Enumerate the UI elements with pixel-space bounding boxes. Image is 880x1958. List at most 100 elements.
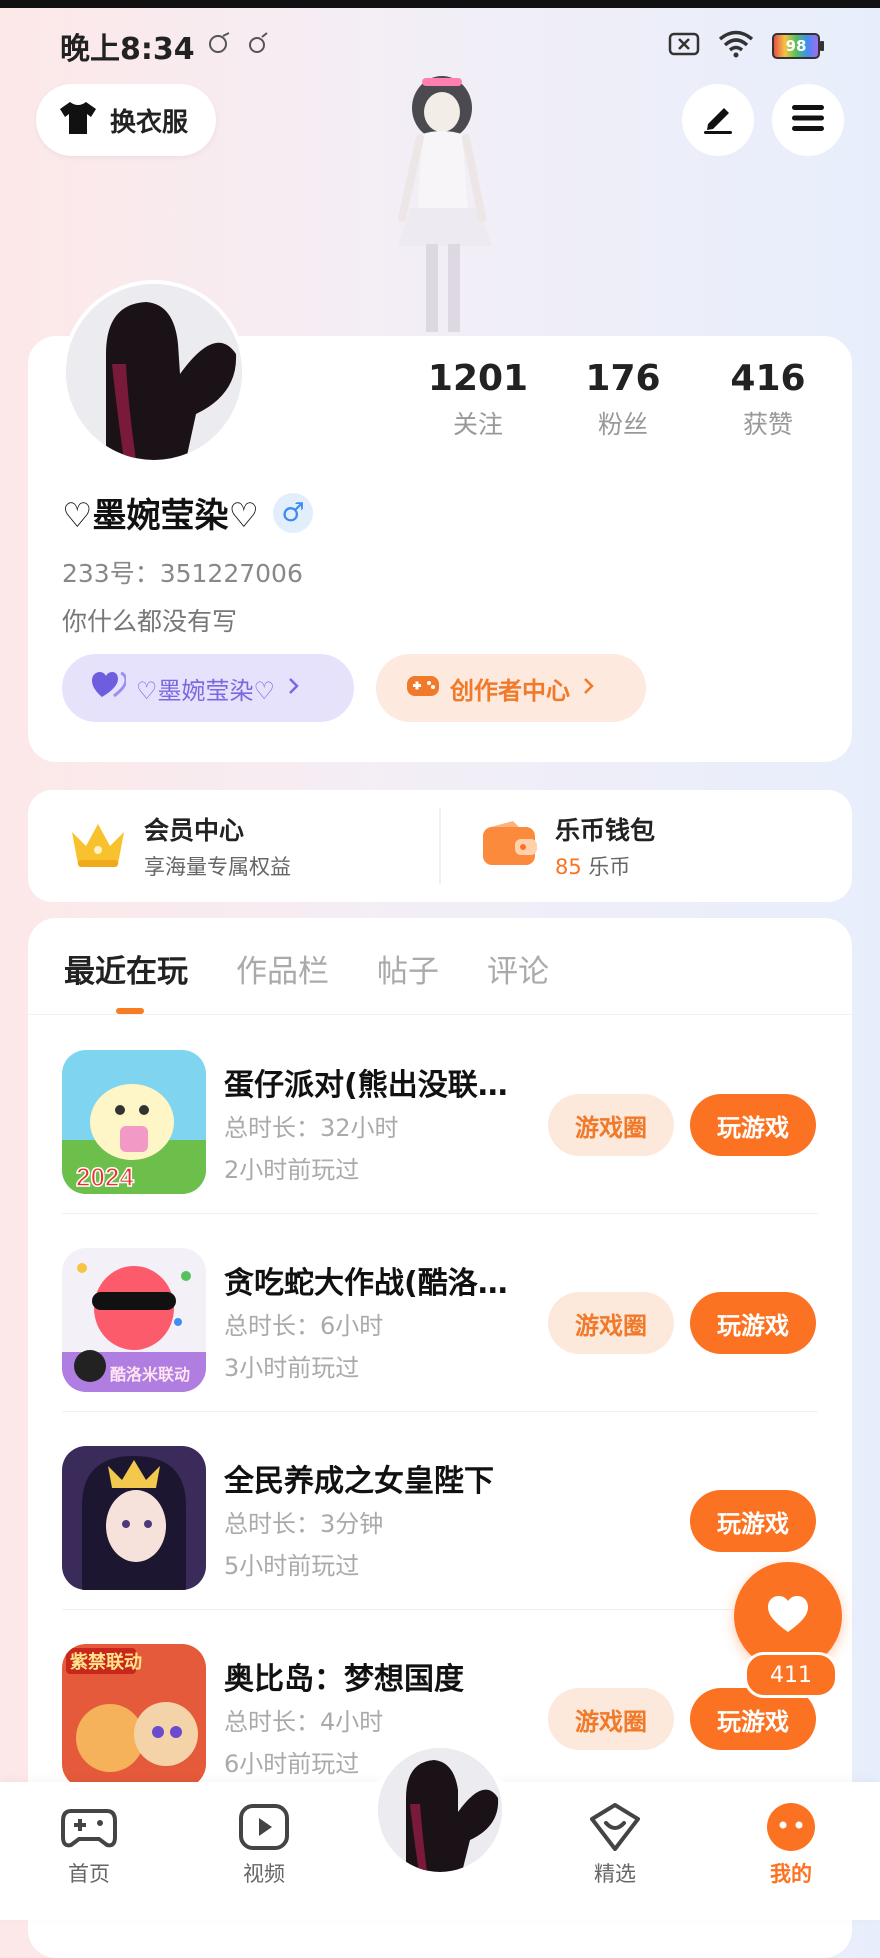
game-title: 蛋仔派对(熊出没联…: [224, 1068, 508, 1103]
heart-pair-icon: [92, 671, 128, 705]
menu-icon: [790, 103, 826, 137]
game-icon-empress: [62, 1446, 206, 1590]
chevron-right-icon: [285, 674, 301, 702]
game-duration: 总时长：4小时: [224, 1708, 384, 1736]
shirt-icon: [58, 100, 98, 140]
smiley-icon: [736, 1798, 846, 1856]
game-icon-snake: 酷洛米联动: [62, 1248, 206, 1392]
crown-icon: [68, 818, 128, 874]
family-tag-button[interactable]: ♡墨婉莹染♡: [62, 654, 354, 722]
gamepad-icon: [406, 671, 440, 705]
gamepad-icon: [34, 1798, 144, 1856]
game-icon-text: 酷洛米联动: [110, 1365, 190, 1384]
game-icon-aobi-island: 紫禁联动: [62, 1644, 206, 1788]
menu-button[interactable]: [772, 84, 844, 156]
stat-likes-label: 获赞: [742, 410, 793, 439]
dress-up-button[interactable]: 换衣服: [36, 84, 217, 156]
gender-male-icon: ♂: [272, 492, 313, 533]
battery-indicator: 98: [772, 33, 824, 59]
game-circle-button[interactable]: 游戏圈: [548, 1688, 674, 1750]
avatar[interactable]: [62, 280, 246, 464]
bottom-nav: 首页 视频 精选 我的: [0, 1742, 880, 1920]
game-duration: 总时长：32小时: [224, 1114, 399, 1142]
stat-followers[interactable]: 176 粉丝: [553, 358, 693, 441]
like-count-badge: 411: [744, 1652, 838, 1698]
game-row[interactable]: 2024 蛋仔派对(熊出没联… 总时长：32小时 2小时前玩过 游戏圈 玩游戏: [28, 1016, 852, 1214]
play-game-button[interactable]: 玩游戏: [690, 1490, 816, 1552]
dress-up-label: 换衣服: [110, 107, 189, 138]
status-bar: 晚上8:34 98: [60, 24, 824, 68]
creator-center-label: 创作者中心: [450, 676, 570, 705]
game-last-played: 5小时前玩过: [224, 1552, 360, 1580]
notification-icon-2: [245, 30, 271, 62]
nav-me-label: 我的: [770, 1862, 812, 1886]
status-right: 98: [668, 30, 824, 62]
game-circle-button[interactable]: 游戏圈: [548, 1292, 674, 1354]
game-duration: 总时长：3分钟: [224, 1510, 384, 1538]
game-last-played: 3小时前玩过: [224, 1354, 360, 1382]
avatar-character[interactable]: [370, 68, 520, 336]
game-last-played: 2小时前玩过: [224, 1156, 360, 1184]
status-time: 晚上8:34: [60, 32, 195, 67]
tab-works[interactable]: 作品栏: [236, 946, 329, 991]
game-circle-button[interactable]: 游戏圈: [548, 1094, 674, 1156]
wifi-icon: [718, 30, 754, 62]
heart-badge-icon: [560, 1798, 670, 1856]
stat-following[interactable]: 1201 关注: [408, 358, 548, 441]
wallet-amount: 85: [555, 855, 582, 879]
family-tag-label: ♡墨婉莹染♡: [136, 676, 276, 705]
video-play-icon: [209, 1798, 319, 1856]
play-game-button[interactable]: 玩游戏: [690, 1292, 816, 1354]
user-id[interactable]: 233号：351227006: [62, 554, 303, 590]
creator-center-button[interactable]: 创作者中心: [376, 654, 646, 722]
game-row[interactable]: 全民养成之女皇陛下 总时长：3分钟 5小时前玩过 玩游戏: [28, 1412, 852, 1610]
nav-home[interactable]: 首页: [34, 1798, 144, 1888]
game-duration: 总时长：6小时: [224, 1312, 384, 1340]
nav-center-avatar[interactable]: [372, 1742, 508, 1878]
edit-button[interactable]: [682, 84, 754, 156]
game-last-played: 6小时前玩过: [224, 1750, 360, 1778]
game-row[interactable]: 酷洛米联动 贪吃蛇大作战(酷洛… 总时长：6小时 3小时前玩过 游戏圈 玩游戏: [28, 1214, 852, 1412]
screen-top-edge: [0, 0, 880, 8]
stat-following-value: 1201: [427, 358, 529, 399]
bio[interactable]: 你什么都没有写: [62, 602, 237, 638]
heart-icon: [766, 1594, 810, 1638]
game-icon-text: 2024: [76, 1162, 134, 1192]
stat-following-label: 关注: [452, 410, 503, 439]
game-icon-text: 紫禁联动: [70, 1651, 142, 1672]
nav-video-label: 视频: [243, 1862, 285, 1886]
member-center-entry[interactable]: 会员中心 享海量专属权益: [28, 790, 439, 902]
stat-likes[interactable]: 416 获赞: [698, 358, 838, 441]
game-title: 奥比岛：梦想国度: [224, 1662, 464, 1697]
stat-followers-value: 176: [585, 358, 661, 399]
nav-me[interactable]: 我的: [736, 1798, 846, 1888]
nav-home-label: 首页: [68, 1862, 110, 1886]
chevron-right-icon: [580, 674, 596, 702]
avatar: [378, 1748, 502, 1872]
sim-off-icon: [668, 31, 700, 61]
wallet-unit: 乐币: [588, 855, 631, 879]
wallet-icon: [481, 819, 539, 873]
nav-featured-label: 精选: [594, 1862, 636, 1886]
tab-posts[interactable]: 帖子: [377, 946, 439, 991]
nav-featured[interactable]: 精选: [560, 1798, 670, 1888]
play-game-button[interactable]: 玩游戏: [690, 1094, 816, 1156]
nickname: ♡墨婉莹染♡: [62, 496, 259, 536]
member-wallet-card: 会员中心 享海量专属权益 乐币钱包 85 乐币: [28, 790, 852, 902]
notification-icon: [207, 30, 233, 62]
member-center-subtitle: 享海量专属权益: [144, 855, 291, 879]
stat-likes-value: 416: [730, 358, 806, 399]
wallet-entry[interactable]: 乐币钱包 85 乐币: [441, 790, 852, 902]
game-icon-eggy-party: 2024: [62, 1050, 206, 1194]
profile-tabs: 最近在玩 作品栏 帖子 评论: [64, 946, 549, 991]
divider: [28, 1014, 852, 1015]
wallet-balance: 85 乐币: [555, 851, 655, 881]
tab-recently-played[interactable]: 最近在玩: [64, 946, 188, 991]
tab-comments[interactable]: 评论: [487, 946, 549, 991]
member-center-title: 会员中心: [144, 816, 245, 845]
nav-video[interactable]: 视频: [209, 1798, 319, 1888]
stat-followers-label: 粉丝: [597, 410, 648, 439]
game-title: 贪吃蛇大作战(酷洛…: [224, 1266, 508, 1301]
game-title: 全民养成之女皇陛下: [224, 1464, 494, 1499]
profile-stats: 1201 关注 176 粉丝 416 获赞: [408, 358, 838, 441]
